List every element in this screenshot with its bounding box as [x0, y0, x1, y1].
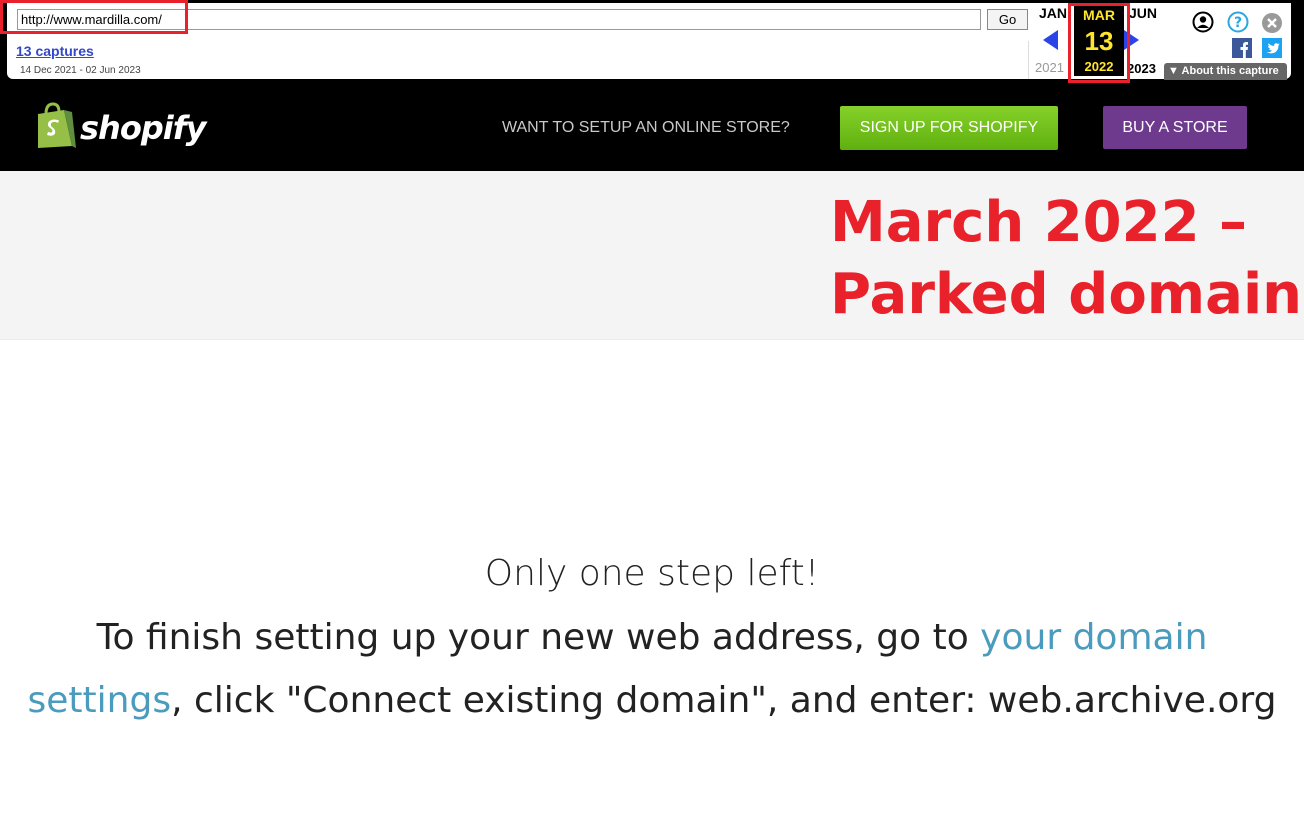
instructions-lead: To finish setting up your new web addres…: [96, 617, 981, 658]
next-month-label[interactable]: JUN: [1129, 5, 1157, 21]
prev-capture-arrow-icon[interactable]: [1043, 30, 1058, 50]
shopify-bag-icon[interactable]: [34, 102, 76, 150]
caret-down-icon: ▼: [1168, 65, 1179, 77]
capture-date-range: 14 Dec 2021 - 02 Jun 2023: [20, 65, 141, 76]
about-capture-button[interactable]: ▼ About this capture: [1164, 63, 1287, 80]
user-account-icon[interactable]: [1192, 11, 1214, 33]
prev-month-label[interactable]: JAN: [1039, 5, 1067, 21]
setup-store-prompt: WANT TO SETUP AN ONLINE STORE?: [502, 119, 790, 136]
shopify-logo-text[interactable]: shopify: [80, 109, 206, 147]
close-icon[interactable]: [1261, 12, 1283, 34]
buy-store-button[interactable]: BUY A STORE: [1103, 106, 1247, 149]
timeline-divider: [1028, 41, 1029, 79]
about-capture-label: About this capture: [1181, 65, 1279, 77]
step-heading: Only one step left!: [484, 553, 820, 594]
annotation-overlay: March 2022 – Parked domain: [830, 187, 1302, 331]
next-year-label[interactable]: 2023: [1127, 61, 1156, 76]
date-highlight-box: [1068, 3, 1130, 83]
svg-text:?: ?: [1234, 15, 1242, 31]
go-button[interactable]: Go: [987, 9, 1028, 30]
annotation-line-1: March 2022 –: [830, 190, 1248, 255]
facebook-icon[interactable]: [1232, 38, 1252, 58]
captures-link[interactable]: 13 captures: [16, 43, 94, 59]
instructions-text: To finish setting up your new web addres…: [20, 606, 1284, 732]
twitter-icon[interactable]: [1262, 38, 1282, 58]
annotation-line-2: Parked domain: [830, 262, 1303, 327]
help-icon[interactable]: ?: [1227, 11, 1249, 33]
instructions-tail: , click "Connect existing domain", and e…: [171, 680, 1277, 721]
sign-up-button[interactable]: SIGN UP FOR SHOPIFY: [840, 106, 1058, 150]
url-highlight-box: [0, 0, 188, 34]
prev-year-label[interactable]: 2021: [1035, 60, 1064, 75]
